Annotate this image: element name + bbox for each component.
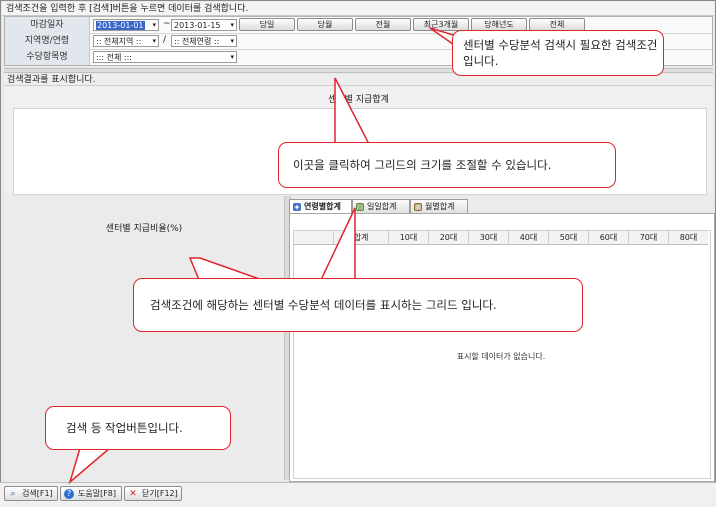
grid-callout: 검색조건에 해당하는 센터별 수당분석 데이터를 표시하는 그리드 입니다.: [133, 278, 583, 332]
grid-callout-tail-right: [318, 207, 356, 283]
resize-callout: 이곳을 클릭하여 그리드의 크기를 조절할 수 있습니다.: [278, 142, 616, 188]
buttons-callout-tail: [68, 447, 113, 485]
buttons-callout: 검색 등 작업버튼입니다.: [45, 406, 231, 450]
resize-callout-tail: [334, 77, 372, 147]
conditions-callout: 센터별 수당분석 검색시 필요한 검색조건입니다.: [452, 30, 664, 76]
